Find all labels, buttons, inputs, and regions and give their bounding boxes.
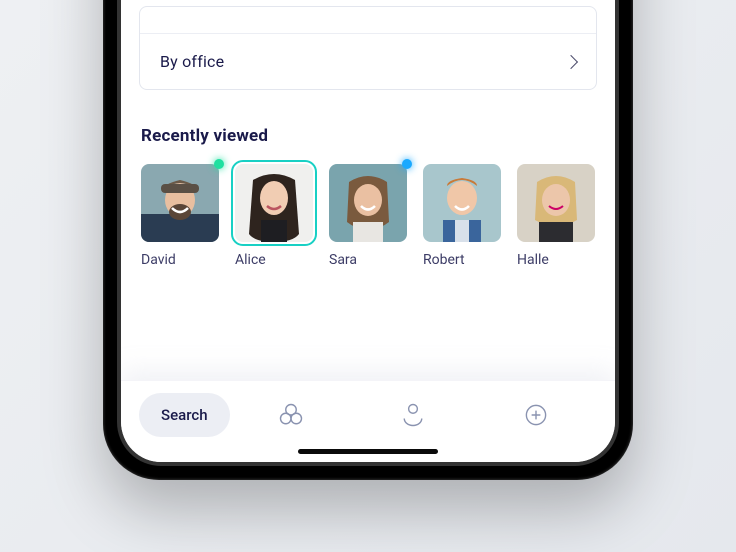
content-area: By office Recently viewed [121, 0, 615, 380]
avatar [141, 164, 219, 242]
person-name: Halle [517, 252, 595, 268]
avatar-illustration [329, 164, 407, 242]
tab-search-label: Search [161, 406, 208, 424]
screen: By office Recently viewed [121, 0, 615, 462]
groups-icon [277, 401, 305, 429]
avatar-illustration [517, 164, 595, 242]
avatar-wrap [141, 164, 219, 242]
avatar-wrap [329, 164, 407, 242]
person-card[interactable]: Robert [423, 164, 501, 268]
avatar-wrap [423, 164, 501, 242]
tab-add-button[interactable] [475, 393, 597, 437]
avatar-illustration [235, 164, 313, 242]
tab-profile-button[interactable] [352, 393, 474, 437]
person-name: Sara [329, 252, 407, 268]
section-title-recently-viewed: Recently viewed [141, 126, 597, 146]
person-card[interactable]: Sara [329, 164, 407, 268]
profile-icon [399, 401, 427, 429]
person-name: Robert [423, 252, 501, 268]
person-card[interactable]: David [141, 164, 219, 268]
tabbar: Search [121, 380, 615, 462]
person-card[interactable]: Alice [235, 164, 313, 268]
avatar-illustration [141, 164, 219, 242]
home-indicator [298, 449, 438, 454]
avatar [235, 164, 313, 242]
tab-search-button[interactable]: Search [139, 393, 230, 437]
phone-frame: By office Recently viewed [103, 0, 633, 480]
avatar-illustration [423, 164, 501, 242]
tab-groups-button[interactable] [230, 393, 352, 437]
avatar [329, 164, 407, 242]
filter-row-by-office[interactable]: By office [140, 33, 596, 89]
person-name: Alice [235, 252, 313, 268]
plus-icon [522, 401, 550, 429]
person-card[interactable]: Halle [517, 164, 595, 268]
avatar-wrap [517, 164, 595, 242]
filter-label-by-office: By office [160, 52, 224, 71]
filter-card: By office [139, 6, 597, 90]
person-name: David [141, 252, 219, 268]
recently-viewed-strip[interactable]: David [139, 164, 597, 268]
avatar [423, 164, 501, 242]
avatar [517, 164, 595, 242]
filter-row-placeholder[interactable] [140, 7, 596, 33]
chevron-right-icon [564, 54, 578, 68]
phone-bezel: By office Recently viewed [117, 0, 619, 466]
avatar-wrap-selected [235, 164, 313, 242]
status-dot-online-icon [214, 159, 224, 169]
status-dot-away-icon [402, 159, 412, 169]
